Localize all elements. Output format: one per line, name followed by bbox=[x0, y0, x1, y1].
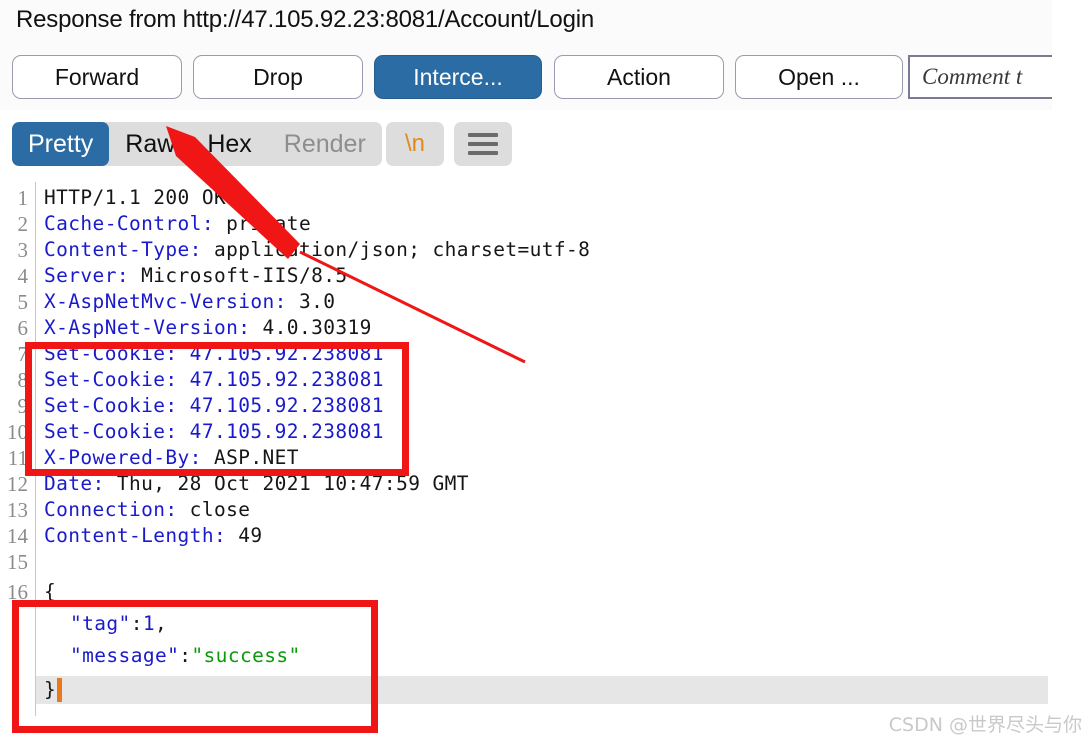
code-line: 5 X-AspNetMvc-Version: 3.0 bbox=[0, 290, 1052, 316]
action-toolbar: Forward Drop Interce... Action Open ... … bbox=[0, 46, 1052, 112]
line-number: 10 bbox=[7, 420, 28, 444]
menu-bar-2 bbox=[468, 142, 498, 146]
code-line: 2 Cache-Control: private bbox=[0, 212, 1052, 238]
tab-render[interactable]: Render bbox=[268, 122, 382, 166]
title-bar: Response from http://47.105.92.23:8081/A… bbox=[0, 0, 1052, 46]
code-line: 1 HTTP/1.1 200 OK bbox=[0, 186, 1052, 212]
line-number: 9 bbox=[17, 394, 29, 418]
csdn-watermark: CSDN @世界尽头与你 bbox=[888, 714, 1082, 736]
drop-button[interactable]: Drop bbox=[193, 55, 363, 99]
header-value: private bbox=[213, 212, 312, 235]
code-line: 15 bbox=[0, 550, 1052, 576]
hamburger-menu-icon[interactable] bbox=[454, 122, 512, 166]
tab-hex[interactable]: Hex bbox=[191, 122, 267, 166]
json-key-tag: "tag" bbox=[70, 612, 131, 635]
status-line: HTTP/1.1 200 OK bbox=[44, 186, 227, 209]
header-value: 47.105.92.238081 bbox=[177, 420, 384, 443]
line-number: 16 bbox=[7, 580, 28, 604]
header-name: X-AspNet-Version: bbox=[44, 316, 251, 339]
header-value: Microsoft-IIS/8.5 bbox=[128, 264, 348, 287]
page-title: Response from http://47.105.92.23:8081/A… bbox=[16, 6, 595, 33]
line-number: 4 bbox=[17, 264, 29, 288]
header-name: Set-Cookie: bbox=[44, 394, 178, 417]
code-line: 10 Set-Cookie: 47.105.92.238081 bbox=[0, 420, 1052, 446]
header-name: Connection: bbox=[44, 498, 178, 521]
burp-repeater-panel: Response from http://47.105.92.23:8081/A… bbox=[0, 0, 1052, 716]
code-line: 9 Set-Cookie: 47.105.92.238081 bbox=[0, 394, 1052, 420]
code-line: 8 Set-Cookie: 47.105.92.238081 bbox=[0, 368, 1052, 394]
line-number: 11 bbox=[7, 446, 28, 470]
code-line: } bbox=[0, 678, 1052, 704]
forward-button[interactable]: Forward bbox=[12, 55, 182, 99]
line-number: 3 bbox=[17, 238, 29, 262]
view-tab-row: Pretty Raw Hex Render \n bbox=[0, 110, 1052, 182]
code-line: "tag":1, bbox=[0, 612, 1052, 638]
code-line: 3 Content-Type: application/json; charse… bbox=[0, 238, 1052, 264]
line-number: 7 bbox=[17, 342, 29, 366]
json-open-brace: { bbox=[44, 580, 57, 603]
json-colon: : bbox=[130, 612, 143, 635]
header-value: 47.105.92.238081 bbox=[177, 368, 384, 391]
header-name: X-Powered-By: bbox=[44, 446, 202, 469]
line-number: 14 bbox=[7, 524, 28, 548]
code-line: 4 Server: Microsoft-IIS/8.5 bbox=[0, 264, 1052, 290]
header-value: close bbox=[177, 498, 251, 521]
view-tab-group: Pretty Raw Hex Render bbox=[12, 122, 382, 166]
header-value: 3.0 bbox=[286, 290, 336, 313]
message-editor[interactable]: 1 HTTP/1.1 200 OK 2 Cache-Control: priva… bbox=[0, 182, 1052, 716]
header-name: Set-Cookie: bbox=[44, 368, 178, 391]
header-value: 4.0.30319 bbox=[250, 316, 372, 339]
header-value: ASP.NET bbox=[201, 446, 299, 469]
action-button[interactable]: Action bbox=[554, 55, 724, 99]
code-line: 7 Set-Cookie: 47.105.92.238081 bbox=[0, 342, 1052, 368]
line-number: 2 bbox=[17, 212, 29, 236]
tab-pretty[interactable]: Pretty bbox=[12, 122, 110, 166]
code-line: 6 X-AspNet-Version: 4.0.30319 bbox=[0, 316, 1052, 342]
newline-toggle-button[interactable]: \n bbox=[386, 122, 444, 166]
header-name: Cache-Control: bbox=[44, 212, 214, 235]
json-comma: , bbox=[154, 612, 168, 635]
header-name: Set-Cookie: bbox=[44, 342, 178, 365]
line-number: 1 bbox=[17, 186, 29, 210]
newline-symbol: \n bbox=[404, 130, 425, 157]
header-name: X-AspNetMvc-Version: bbox=[44, 290, 287, 313]
header-name: Set-Cookie: bbox=[44, 420, 178, 443]
text-caret bbox=[57, 678, 62, 702]
line-number: 8 bbox=[17, 368, 29, 392]
header-value: 49 bbox=[226, 524, 263, 547]
menu-bar-1 bbox=[468, 133, 498, 137]
code-line: 13 Connection: close bbox=[0, 498, 1052, 524]
code-line: 11 X-Powered-By: ASP.NET bbox=[0, 446, 1052, 472]
comment-input[interactable]: Comment t bbox=[908, 55, 1052, 99]
line-number: 5 bbox=[17, 290, 29, 314]
code-line: 14 Content-Length: 49 bbox=[0, 524, 1052, 550]
tab-raw[interactable]: Raw bbox=[109, 122, 191, 166]
line-number: 12 bbox=[7, 472, 28, 496]
json-value-tag: 1 bbox=[142, 612, 155, 635]
header-value: Thu, 28 Oct 2021 10:47:59 GMT bbox=[104, 472, 469, 495]
code-line: 16 { bbox=[0, 580, 1052, 606]
json-value-message: "success" bbox=[191, 644, 301, 667]
json-colon: : bbox=[179, 644, 192, 667]
code-line: "message":"success" bbox=[0, 644, 1052, 670]
header-value: application/json; charset=utf-8 bbox=[201, 238, 591, 261]
header-value: 47.105.92.238081 bbox=[177, 342, 384, 365]
header-name: Date: bbox=[44, 472, 105, 495]
code-line: 12 Date: Thu, 28 Oct 2021 10:47:59 GMT bbox=[0, 472, 1052, 498]
header-name: Server: bbox=[44, 264, 129, 287]
header-name: Content-Type: bbox=[44, 238, 202, 261]
header-name: Content-Length: bbox=[44, 524, 227, 547]
header-value: 47.105.92.238081 bbox=[177, 394, 384, 417]
json-close-brace: } bbox=[44, 678, 57, 701]
line-number: 6 bbox=[17, 316, 29, 340]
menu-bar-3 bbox=[468, 151, 498, 155]
line-number: 15 bbox=[7, 550, 28, 574]
open-browser-button[interactable]: Open ... bbox=[735, 55, 903, 99]
intercept-toggle-button[interactable]: Interce... bbox=[374, 55, 542, 99]
line-number: 13 bbox=[7, 498, 28, 522]
json-key-message: "message" bbox=[70, 644, 180, 667]
